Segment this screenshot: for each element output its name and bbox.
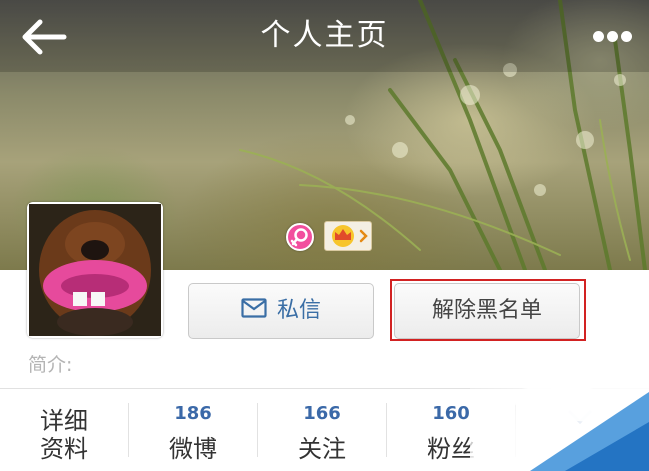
weibo-label: 微博	[169, 435, 217, 463]
crown-icon	[332, 225, 368, 247]
avatar[interactable]	[27, 202, 163, 338]
message-button-label: 私信	[276, 298, 321, 323]
page-title: 个人主页	[260, 18, 389, 53]
more-horizontal-icon	[593, 31, 604, 42]
message-button[interactable]: 私信	[188, 283, 374, 339]
following-label: 关注	[298, 435, 346, 463]
vip-badge[interactable]	[324, 221, 372, 251]
following-count: 166	[303, 403, 341, 424]
weibo-tab[interactable]: 186 微博	[129, 389, 257, 471]
mail-icon	[241, 298, 267, 318]
watermark-logo	[470, 352, 649, 471]
unblock-button[interactable]: 解除黑名单	[394, 283, 580, 339]
details-label-line2: 资料	[40, 435, 88, 463]
unblock-button-label: 解除黑名单	[431, 298, 542, 323]
details-tab[interactable]: 详细 资料	[0, 389, 128, 471]
more-options-button[interactable]	[587, 22, 637, 52]
weibo-count: 186	[174, 403, 212, 424]
female-icon	[286, 223, 314, 251]
bio-label: 简介:	[28, 354, 73, 376]
dog-avatar	[29, 204, 161, 336]
navigation-bar: 个人主页	[0, 0, 649, 72]
following-tab[interactable]: 166 关注	[258, 389, 386, 471]
